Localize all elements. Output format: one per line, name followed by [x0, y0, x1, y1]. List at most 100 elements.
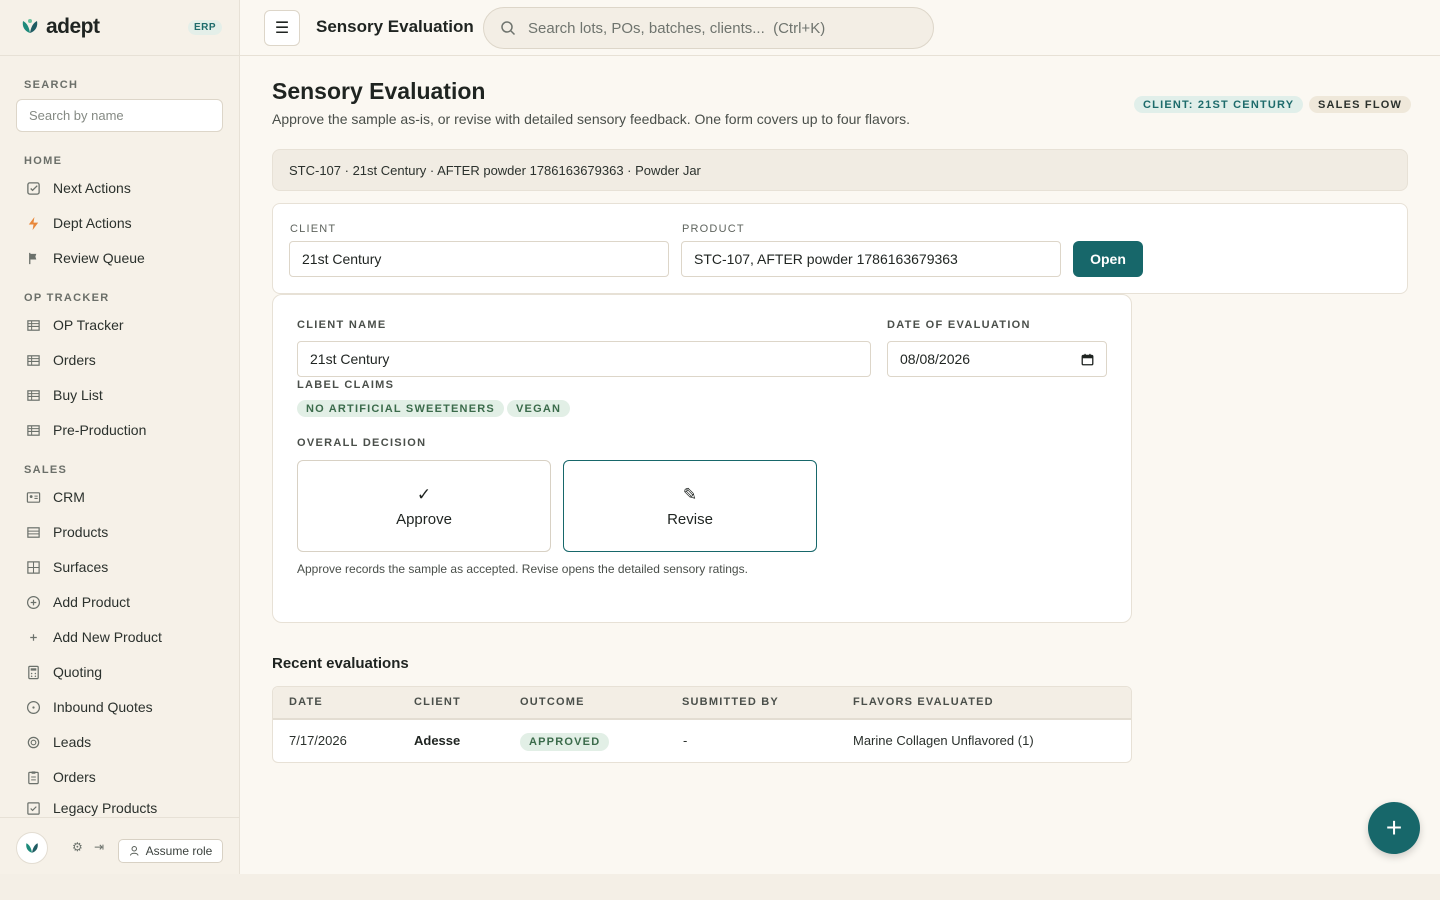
plus-icon: + — [1385, 812, 1403, 843]
approve-option[interactable]: ✓ Approve — [297, 460, 551, 552]
menu-toggle-button[interactable]: ☰ — [264, 10, 300, 46]
bottom-strip — [0, 874, 1440, 900]
sidebar-item-label: Review Queue — [53, 250, 145, 266]
client-name-input[interactable]: 21st Century — [297, 341, 871, 377]
lookup-card: CLIENT 21st Century PRODUCT STC-107, AFT… — [272, 203, 1408, 294]
sidebar-item-orders-sales[interactable]: Orders — [16, 762, 224, 792]
sidebar-item-label: CRM — [53, 489, 85, 505]
calendar-icon[interactable] — [1081, 353, 1094, 366]
sidebar-item-quoting[interactable]: Quoting — [16, 657, 224, 687]
cell-date: 7/17/2026 — [289, 733, 347, 748]
table-icon — [25, 387, 41, 403]
evaluation-form: CLIENT NAME 21st Century DATE OF EVALUAT… — [272, 294, 1132, 623]
sidebar-search-input[interactable] — [16, 99, 223, 132]
overall-decision-label: OVERALL DECISION — [297, 437, 427, 449]
sidebar-item-buy-list[interactable]: Buy List — [16, 380, 224, 410]
sidebar-item-review-queue[interactable]: Review Queue — [16, 243, 224, 273]
column-header-client: CLIENT — [414, 696, 461, 708]
column-header-flavors: FLAVORS EVALUATED — [853, 696, 994, 708]
sidebar-item-crm[interactable]: CRM — [16, 482, 224, 512]
approve-label: Approve — [396, 510, 452, 528]
sidebar-item-add-product[interactable]: Add Product — [16, 587, 224, 617]
add-fab-button[interactable]: + — [1368, 802, 1420, 854]
sidebar-item-label: Orders — [53, 769, 96, 785]
check-square-icon — [25, 180, 41, 196]
table-icon — [25, 352, 41, 368]
revise-option[interactable]: ✎ Revise — [563, 460, 817, 552]
sidebar-item-label: Dept Actions — [53, 215, 132, 231]
settings-icon[interactable]: ⚙ — [72, 840, 83, 854]
client-chip: CLIENT: 21ST CENTURY — [1134, 96, 1304, 113]
sidebar-item-label: Orders — [53, 352, 96, 368]
sidebar-item-dept-actions[interactable]: Dept Actions — [16, 208, 224, 238]
sidebar-item-next-actions[interactable]: Next Actions — [16, 173, 224, 203]
sidebar-item-add-new-product[interactable]: Add New Product — [16, 622, 224, 652]
sidebar-item-pre-production[interactable]: Pre-Production — [16, 415, 224, 445]
user-icon — [129, 846, 139, 856]
plus-icon — [25, 629, 41, 645]
date-input[interactable]: 08/08/2026 — [887, 341, 1107, 377]
client-select[interactable]: 21st Century — [289, 241, 669, 277]
client-label: CLIENT — [290, 223, 337, 235]
table-header: DATE CLIENT OUTCOME SUBMITTED BY FLAVORS… — [273, 687, 1131, 720]
cell-client: Adesse — [414, 733, 461, 748]
assume-role-label: Assume role — [145, 844, 213, 858]
product-info-strip: STC-107 · 21st Century · AFTER powder 17… — [272, 149, 1408, 191]
sidebar-item-label: Add New Product — [53, 629, 162, 645]
list-icon — [25, 524, 41, 540]
sidebar-item-label: Leads — [53, 734, 92, 750]
page-title: Sensory Evaluation — [272, 78, 486, 104]
leaf-logo-icon — [26, 843, 38, 853]
bolt-icon — [25, 215, 41, 231]
checkmark-icon: ✓ — [416, 484, 432, 504]
flag-icon — [25, 250, 41, 266]
sidebar-item-op-tracker[interactable]: OP Tracker — [16, 310, 224, 340]
sidebar-item-inbound-quotes[interactable]: Inbound Quotes — [16, 692, 224, 722]
column-header-outcome: OUTCOME — [520, 696, 585, 708]
table-icon — [25, 317, 41, 333]
sidebar-item-surfaces[interactable]: Surfaces — [16, 552, 224, 582]
search-section-label: SEARCH — [24, 79, 79, 91]
open-button[interactable]: Open — [1073, 241, 1143, 277]
recent-evaluations-title: Recent evaluations — [272, 655, 409, 672]
sidebar-item-leads[interactable]: Leads — [16, 727, 224, 757]
clipboard-icon — [25, 769, 41, 785]
status-badge: APPROVED — [520, 733, 610, 751]
sidebar-item-label: Quoting — [53, 664, 103, 680]
sidebar-item-legacy-products[interactable]: Legacy Products — [16, 797, 224, 817]
circle-dot-icon — [25, 699, 41, 715]
sidebar-item-label: Pre-Production — [53, 422, 147, 438]
column-header-submitted-by: SUBMITTED BY — [682, 696, 779, 708]
table-icon — [25, 422, 41, 438]
hamburger-icon: ☰ — [274, 20, 290, 37]
sidebar-item-label: Add Product — [53, 594, 131, 610]
avatar[interactable] — [16, 832, 48, 864]
page-subtitle: Approve the sample as-is, or revise with… — [272, 111, 911, 127]
product-select[interactable]: STC-107, AFTER powder 1786163679363 — [681, 241, 1061, 277]
sidebar-item-label: Products — [53, 524, 109, 540]
contact-card-icon — [25, 489, 41, 505]
global-search-input[interactable] — [528, 19, 908, 37]
global-search[interactable] — [483, 7, 934, 49]
logout-icon[interactable]: ⇥ — [94, 840, 104, 854]
assume-role-button[interactable]: Assume role — [118, 839, 223, 863]
sidebar-item-label: OP Tracker — [53, 317, 124, 333]
sidebar: adept ERP SEARCH HOME Next Actions Dept … — [0, 0, 240, 874]
flow-chip: SALES FLOW — [1309, 96, 1412, 113]
claim-badge: NO ARTIFICIAL SWEETENERS — [297, 400, 504, 417]
sidebar-item-orders-op[interactable]: Orders — [16, 345, 224, 375]
calculator-icon — [25, 664, 41, 680]
cell-flavors: Marine Collagen Unflavored (1) — [853, 733, 1034, 748]
divider — [0, 55, 239, 56]
brand[interactable]: adept — [20, 14, 100, 40]
sidebar-item-products[interactable]: Products — [16, 517, 224, 547]
sidebar-item-label: Inbound Quotes — [53, 699, 153, 715]
sidebar-item-label: Surfaces — [53, 559, 109, 575]
top-bar: ☰ Sensory Evaluation — [240, 0, 1440, 56]
leaf-logo-icon — [22, 19, 38, 33]
column-header-date: DATE — [289, 696, 323, 708]
sidebar-item-label: Legacy Products — [53, 800, 158, 816]
sidebar-item-label: Next Actions — [53, 180, 131, 196]
date-label: DATE OF EVALUATION — [887, 319, 1031, 331]
recent-evaluations-table: DATE CLIENT OUTCOME SUBMITTED BY FLAVORS… — [272, 686, 1132, 763]
